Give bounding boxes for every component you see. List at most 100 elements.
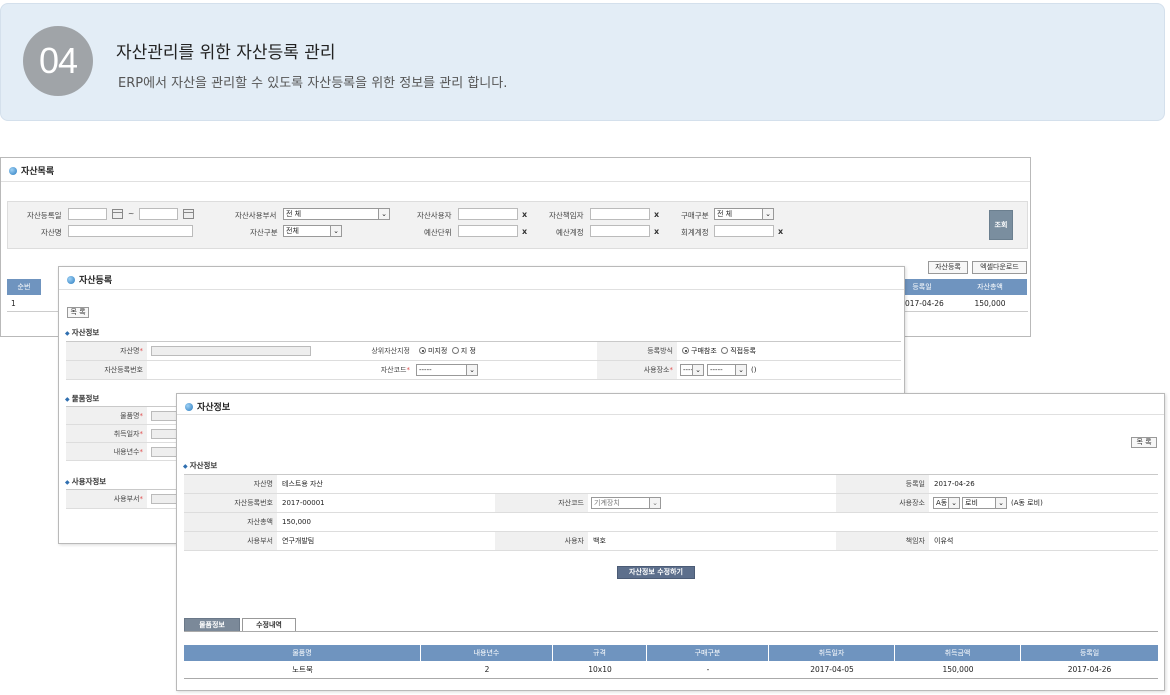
list-button[interactable]: 목 록 bbox=[1131, 437, 1157, 448]
reg-no-label: 자산등록번호 bbox=[184, 494, 277, 512]
asset-dept-select[interactable]: 전 체 ⌄ bbox=[283, 208, 390, 220]
excel-download-button[interactable]: 엑셀다운로드 bbox=[972, 261, 1027, 274]
radio-none[interactable] bbox=[419, 347, 426, 354]
asset-name-label: 자산명* bbox=[66, 342, 147, 360]
tilde-separator: ~ bbox=[128, 209, 135, 218]
dept-value: 연구개발팀 bbox=[282, 537, 315, 545]
list-button[interactable]: 목 록 bbox=[67, 307, 89, 318]
calendar-icon[interactable] bbox=[112, 209, 123, 219]
item-name-input[interactable] bbox=[151, 411, 177, 421]
chevron-down-icon: ⌄ bbox=[692, 365, 703, 375]
reg-date-end-input[interactable] bbox=[139, 208, 178, 220]
window-title-text: 자산등록 bbox=[79, 276, 113, 286]
asset-name-input[interactable] bbox=[68, 225, 193, 237]
asset-name-label: 자산명 bbox=[184, 475, 277, 493]
cell-reg-date: 2017-04-26 bbox=[1067, 665, 1112, 674]
select-value: 전 체 bbox=[717, 210, 733, 218]
asset-type-select[interactable]: 전체 ⌄ bbox=[283, 225, 342, 237]
asset-code-select[interactable]: 기계장치 ⌄ bbox=[591, 497, 661, 509]
chevron-down-icon: ⌄ bbox=[735, 365, 746, 375]
clear-x-icon[interactable]: x bbox=[654, 210, 659, 219]
cell-acq-amount: 150,000 bbox=[942, 665, 974, 674]
reg-date-value: 2017-04-26 bbox=[934, 480, 975, 488]
dept-input[interactable] bbox=[151, 494, 177, 504]
total-label: 자산총액 bbox=[184, 513, 277, 531]
purchase-type-label: 구매구분 bbox=[681, 211, 709, 220]
budget-unit-input[interactable] bbox=[458, 225, 518, 237]
cell-spec: 10x10 bbox=[588, 665, 612, 674]
reg-date-label: 자산등록일 bbox=[27, 211, 62, 220]
clear-x-icon[interactable]: x bbox=[522, 227, 527, 236]
select-value: 전체 bbox=[286, 227, 299, 235]
section-item-info: 물품정보 bbox=[65, 393, 100, 404]
globe-icon bbox=[67, 275, 75, 284]
location-text: () bbox=[751, 366, 757, 374]
location-label: 사용장소 bbox=[836, 494, 929, 512]
asset-user-input[interactable] bbox=[458, 208, 518, 220]
chevron-down-icon: ⌄ bbox=[649, 498, 660, 508]
asset-info-window: 자산정보 목 록 자산정보 자산명 테스트용 자산 등록일 2017-04-26… bbox=[176, 393, 1165, 691]
location-select-2[interactable]: 로비 ⌄ bbox=[962, 497, 1007, 509]
asset-name-input[interactable] bbox=[151, 346, 311, 356]
asset-manager-input[interactable] bbox=[590, 208, 650, 220]
manager-value: 이유석 bbox=[934, 537, 954, 545]
upper-asset-radio-group[interactable]: 미지정 지 정 bbox=[415, 342, 476, 360]
register-asset-button[interactable]: 자산등록 bbox=[928, 261, 968, 274]
reg-method-label: 등록방식 bbox=[597, 342, 677, 360]
asset-manager-label: 자산책임자 bbox=[549, 211, 584, 220]
item-table-header-life: 내용년수 bbox=[421, 645, 553, 661]
clear-x-icon[interactable]: x bbox=[522, 210, 527, 219]
asset-dept-label: 자산사용부서 bbox=[235, 211, 277, 220]
tab-underline bbox=[184, 631, 1158, 632]
globe-icon bbox=[9, 166, 17, 175]
life-input[interactable] bbox=[151, 447, 177, 457]
location-select-2[interactable]: ----- ⌄ bbox=[707, 364, 747, 376]
cell-acq-date: 2017-04-05 bbox=[810, 665, 854, 674]
banner-title: 자산관리를 위한 자산등록 관리 bbox=[116, 43, 336, 63]
budget-account-input[interactable] bbox=[590, 225, 650, 237]
reg-method-radio-group[interactable]: 구매참조 직접등록 bbox=[678, 342, 756, 360]
purchase-type-select[interactable]: 전 체 ⌄ bbox=[714, 208, 774, 220]
acq-date-input[interactable] bbox=[151, 429, 177, 439]
asset-code-select[interactable]: ----- ⌄ bbox=[416, 364, 478, 376]
clear-x-icon[interactable]: x bbox=[654, 227, 659, 236]
location-label: 사용장소* bbox=[597, 361, 677, 379]
calendar-icon[interactable] bbox=[183, 209, 194, 219]
total-value: 150,000 bbox=[282, 518, 311, 526]
user-info-form: 사용부서* bbox=[66, 489, 178, 509]
item-table-header-spec: 규격 bbox=[553, 645, 647, 661]
location-select-1[interactable]: A동 ⌄ bbox=[933, 497, 960, 509]
reg-no-value: 2017-00001 bbox=[282, 499, 325, 507]
asset-info-form: 자산명* 상위자산지정 미지정 지 정 등록방식 구매참조 직접등록 자산등록번… bbox=[66, 341, 901, 380]
window-title-text: 자산목록 bbox=[21, 167, 55, 177]
accounting-account-input[interactable] bbox=[714, 225, 774, 237]
radio-set[interactable] bbox=[451, 347, 459, 354]
banner-subtitle: ERP에서 자산을 관리할 수 있도록 자산등록을 위한 정보를 관리 합니다. bbox=[118, 76, 508, 91]
radio-purchase[interactable] bbox=[682, 347, 689, 354]
reg-date-start-input[interactable] bbox=[68, 208, 107, 220]
clear-x-icon[interactable]: x bbox=[778, 227, 783, 236]
tab-edit-history[interactable]: 수정내역 bbox=[242, 618, 296, 632]
chevron-down-icon: ⌄ bbox=[466, 365, 477, 375]
search-button[interactable]: 조회 bbox=[989, 210, 1013, 240]
tab-item-info[interactable]: 물품정보 bbox=[184, 618, 240, 632]
radio-direct[interactable] bbox=[721, 347, 729, 354]
section-asset-info: 자산정보 bbox=[65, 327, 100, 338]
dept-label: 사용부서 bbox=[184, 532, 277, 550]
table-header-total: 자산총액 bbox=[953, 279, 1027, 295]
cell-name: 노트북 bbox=[292, 665, 313, 674]
table-header-seq: 순번 bbox=[7, 279, 41, 295]
dept-label: 사용부서* bbox=[66, 490, 147, 508]
edit-asset-info-button[interactable]: 자산정보 수정하기 bbox=[617, 566, 695, 579]
asset-name-label: 자산명 bbox=[41, 228, 62, 237]
location-select-1[interactable]: ----- ⌄ bbox=[680, 364, 704, 376]
asset-code-label: 자산코드 bbox=[495, 494, 588, 512]
section-user-info: 사용자정보 bbox=[65, 476, 107, 487]
budget-unit-label: 예산단위 bbox=[424, 228, 452, 237]
window-title-text: 자산정보 bbox=[197, 403, 231, 413]
accounting-account-label: 회계계정 bbox=[681, 228, 709, 237]
section-asset-info: 자산정보 bbox=[183, 460, 218, 471]
asset-info-table: 자산명 테스트용 자산 등록일 2017-04-26 자산등록번호 2017-0… bbox=[184, 474, 1158, 551]
globe-icon bbox=[185, 402, 193, 411]
select-value: 전 체 bbox=[286, 210, 302, 218]
